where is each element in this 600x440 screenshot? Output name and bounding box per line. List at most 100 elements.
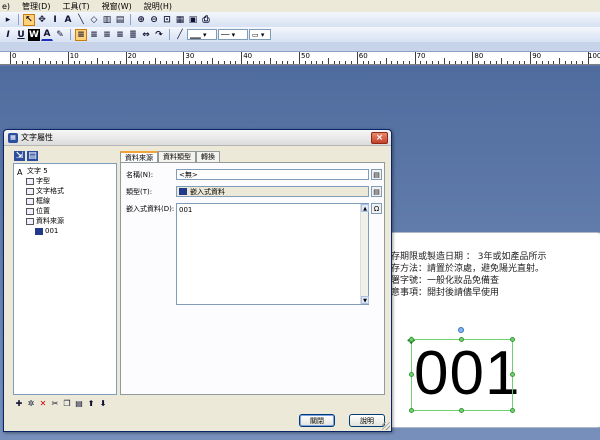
ruler-tick bbox=[241, 52, 243, 64]
arrow-icon[interactable]: ▸ bbox=[2, 14, 14, 26]
properties-tree[interactable]: A 文字 5 字型 文字格式 框線 位置 資料來源 001 bbox=[13, 163, 117, 395]
layout-icon[interactable]: ▣ bbox=[187, 14, 199, 26]
resize-handle-bottom-left[interactable] bbox=[409, 408, 414, 413]
expand-tree-icon[interactable]: ⇲ bbox=[14, 151, 25, 161]
rotation-handle[interactable] bbox=[458, 327, 464, 333]
text-direction-icon[interactable]: ↷ bbox=[153, 29, 165, 41]
line-width-select[interactable]: ── ▾ bbox=[218, 29, 248, 40]
paste-icon[interactable]: ▤ bbox=[74, 398, 84, 408]
menu-view[interactable]: e) bbox=[2, 2, 10, 11]
menu-manage[interactable]: 管理(D) bbox=[22, 1, 50, 12]
ruler-tick bbox=[166, 61, 168, 64]
barcode-tool-icon[interactable]: ▥ bbox=[101, 14, 113, 26]
move-up-icon[interactable]: ⬆ bbox=[86, 398, 96, 408]
ruler-tick bbox=[27, 61, 29, 64]
tab-data-source[interactable]: 資料來源 bbox=[120, 151, 158, 162]
resize-handle-top-right[interactable] bbox=[510, 337, 515, 342]
resize-handle-bottom-right[interactable] bbox=[510, 408, 515, 413]
delete-icon[interactable]: ✕ bbox=[38, 398, 48, 408]
scroll-up-icon[interactable]: ▲ bbox=[361, 204, 369, 212]
menu-help[interactable]: 說明(H) bbox=[144, 1, 172, 12]
resize-handle-left[interactable] bbox=[409, 372, 414, 377]
resize-handle-top[interactable] bbox=[459, 337, 464, 342]
line-style-select[interactable]: ▁▁ ▾ bbox=[187, 29, 217, 40]
new-item-icon[interactable]: ✚ bbox=[14, 398, 24, 408]
zoom-fit-icon[interactable]: ⊡ bbox=[161, 14, 173, 26]
tree-item[interactable]: 001 bbox=[17, 226, 113, 236]
selection-box[interactable] bbox=[411, 339, 513, 411]
grid-icon[interactable]: ▦ bbox=[174, 14, 186, 26]
ruler-tick bbox=[339, 61, 341, 64]
tree-view-icon[interactable]: ▤ bbox=[27, 151, 38, 161]
underline-icon[interactable]: U bbox=[15, 29, 27, 41]
dialog-close-button[interactable]: × bbox=[371, 132, 388, 144]
name-picker-icon[interactable]: ▤ bbox=[371, 169, 382, 180]
close-button[interactable]: 關閉 bbox=[299, 414, 335, 427]
italic-icon[interactable]: I bbox=[2, 29, 14, 41]
scroll-down-icon[interactable]: ▼ bbox=[361, 296, 369, 304]
name-field[interactable]: <無> bbox=[176, 169, 369, 180]
ruler-tick bbox=[148, 61, 150, 64]
distribute-icon[interactable]: ≣ bbox=[127, 29, 139, 41]
cut-icon[interactable]: ✂ bbox=[50, 398, 60, 408]
omega-symbol-icon[interactable]: Ω bbox=[371, 203, 382, 214]
align-right-icon[interactable]: ≡ bbox=[101, 29, 113, 41]
font-color-icon[interactable]: A bbox=[41, 29, 53, 41]
tree-item[interactable]: 文字格式 bbox=[17, 186, 113, 196]
tab-data-type[interactable]: 資料類型 bbox=[158, 151, 196, 162]
zoom-in-icon[interactable]: ⊕ bbox=[135, 14, 147, 26]
menu-window[interactable]: 視窗(W) bbox=[102, 1, 132, 12]
border-style-select[interactable]: ▭ ▾ bbox=[249, 29, 271, 40]
line-color-icon[interactable]: ╱ bbox=[174, 29, 186, 41]
line-tool-icon[interactable]: ╲ bbox=[75, 14, 87, 26]
align-left-icon[interactable]: ≡ bbox=[75, 28, 87, 41]
shapes-tool-icon[interactable]: ◇ bbox=[88, 14, 100, 26]
ruler-tick bbox=[507, 61, 509, 64]
menu-tools[interactable]: 工具(T) bbox=[62, 1, 89, 12]
highlight-color-icon[interactable]: ✎ bbox=[54, 29, 66, 41]
text-tool-icon[interactable]: A bbox=[62, 14, 74, 26]
resize-grip[interactable] bbox=[382, 422, 390, 430]
tree-item[interactable]: 框線 bbox=[17, 196, 113, 206]
embedded-data-label: 嵌入式資料(D): bbox=[126, 205, 175, 213]
resize-handle-right[interactable] bbox=[510, 372, 515, 377]
copy-icon[interactable]: ❐ bbox=[62, 398, 72, 408]
dialog-title-bar[interactable]: ▦ 文字屬性 bbox=[4, 130, 391, 146]
print-icon[interactable]: ⎙ bbox=[200, 14, 212, 26]
wizard-icon[interactable]: ✲ bbox=[26, 398, 36, 408]
ruler-tick bbox=[437, 61, 439, 64]
tree-item[interactable]: 位置 bbox=[17, 206, 113, 216]
zoom-out-icon[interactable]: ⊖ bbox=[148, 14, 160, 26]
ruler-tick bbox=[235, 61, 237, 64]
ruler-tick bbox=[229, 61, 231, 64]
resize-handle-top-left[interactable] bbox=[409, 337, 414, 342]
hand-pan-icon[interactable]: ✥ bbox=[36, 14, 48, 26]
ruler-tick bbox=[131, 61, 133, 64]
move-down-icon[interactable]: ⬇ bbox=[98, 398, 108, 408]
ruler-tick bbox=[264, 61, 266, 64]
ruler-tick bbox=[119, 61, 121, 64]
wide-text-icon[interactable]: W bbox=[28, 28, 40, 41]
help-button[interactable]: 說明 bbox=[349, 414, 385, 427]
menu-bar: e) 管理(D) 工具(T) 視窗(W) 說明(H) bbox=[0, 0, 600, 12]
align-center-icon[interactable]: ≡ bbox=[88, 29, 100, 41]
tree-item[interactable]: 資料來源 bbox=[17, 216, 113, 226]
tree-item[interactable]: A 文字 5 bbox=[17, 166, 113, 177]
resize-handle-bottom[interactable] bbox=[459, 408, 464, 413]
ruler-tick bbox=[15, 61, 17, 64]
horizontal-ruler[interactable]: 0 10 20 30 40 50 60 70 80 90 100 bbox=[0, 52, 600, 65]
justify-icon[interactable]: ≡ bbox=[114, 29, 126, 41]
text-fit-icon[interactable]: ⇔ bbox=[140, 29, 152, 41]
ruler-tick bbox=[403, 61, 405, 64]
text-cursor-icon[interactable]: I bbox=[49, 14, 61, 26]
tree-item[interactable]: 字型 bbox=[17, 176, 113, 186]
picture-tool-icon[interactable]: ▤ bbox=[114, 14, 126, 26]
type-field[interactable]: 嵌入式資料 bbox=[176, 186, 369, 197]
type-label: 類型(T): bbox=[126, 188, 153, 196]
textarea-scrollbar[interactable]: ▲ ▼ bbox=[360, 204, 369, 304]
ruler-tick bbox=[333, 61, 335, 64]
tab-transform[interactable]: 轉換 bbox=[196, 151, 220, 162]
embedded-data-textarea[interactable]: 001 ▲ ▼ bbox=[176, 203, 369, 305]
select-pointer-icon[interactable]: ↖ bbox=[23, 13, 35, 26]
type-picker-icon[interactable]: ▤ bbox=[371, 186, 382, 197]
